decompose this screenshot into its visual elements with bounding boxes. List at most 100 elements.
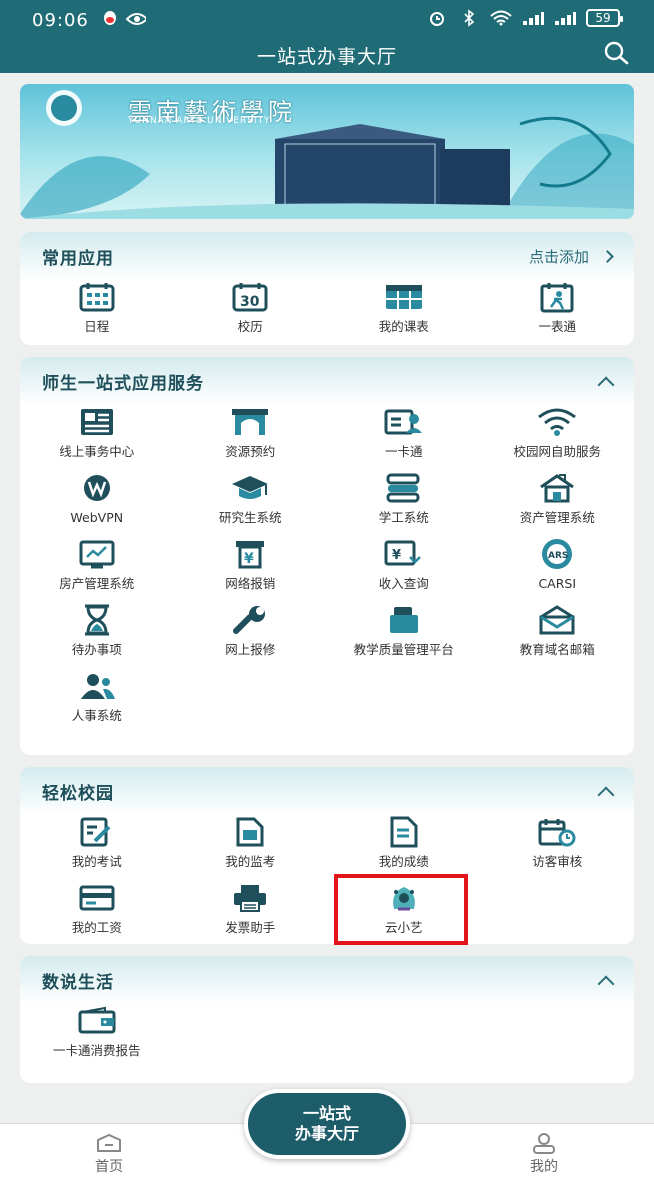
mail-icon xyxy=(537,603,577,637)
add-app-link[interactable]: 点击添加 xyxy=(528,246,614,267)
signal-icon-2 xyxy=(554,9,576,27)
app-my-invigilation[interactable]: 我的监考 xyxy=(174,815,328,869)
signal-icon-1 xyxy=(522,9,544,27)
invigilate-icon xyxy=(230,815,270,849)
app-repair[interactable]: 网上报修 xyxy=(174,603,328,657)
wrench-icon xyxy=(230,603,270,637)
life-title: 数说生活 xyxy=(42,972,114,993)
app-label: 资产管理系统 xyxy=(519,510,595,525)
exam-edit-icon xyxy=(77,815,117,849)
app-my-timetable[interactable]: 我的课表 xyxy=(327,280,481,334)
add-app-label: 点击添加 xyxy=(528,247,589,266)
app-student-affairs[interactable]: 学工系统 xyxy=(327,471,481,525)
collapse-icon[interactable] xyxy=(597,975,615,992)
app-carsi[interactable]: ARS CARSI xyxy=(481,537,635,591)
collapse-icon[interactable] xyxy=(597,786,615,803)
app-label: 一表通 xyxy=(538,319,576,334)
app-online-reimbursement[interactable]: ¥ 网络报销 xyxy=(174,537,328,591)
house-icon xyxy=(537,471,577,505)
app-label: 房产管理系统 xyxy=(59,576,135,591)
svg-text:30: 30 xyxy=(240,294,260,310)
printer-icon xyxy=(230,881,270,915)
app-asset-management[interactable]: 资产管理系统 xyxy=(481,471,635,525)
hourglass-icon xyxy=(77,603,117,637)
service-hall-button[interactable]: 一站式 办事大厅 xyxy=(244,1089,410,1159)
page-title: 一站式办事大厅 xyxy=(256,46,397,68)
app-hr-system[interactable]: 人事系统 xyxy=(20,669,174,723)
app-income-query[interactable]: ¥ 收入查询 xyxy=(327,537,481,591)
app-my-salary[interactable]: 我的工资 xyxy=(20,881,174,935)
app-teaching-quality[interactable]: 教学质量管理平台 xyxy=(327,603,481,657)
app-label: 校园网自助服务 xyxy=(513,444,601,459)
app-housing-management[interactable]: 房产管理系统 xyxy=(20,537,174,591)
wifi-icon xyxy=(537,405,577,439)
tab-mine[interactable]: 我的 xyxy=(514,1132,574,1176)
svg-text:¥: ¥ xyxy=(392,548,401,563)
app-label: 研究生系统 xyxy=(218,510,282,525)
svg-text:¥: ¥ xyxy=(244,551,254,567)
app-label: 教学质量管理平台 xyxy=(353,642,454,657)
app-label: 我的课表 xyxy=(378,319,429,334)
alarm-icon xyxy=(426,9,448,27)
university-name-en: YUNNAN ARTS UNIVERSITY xyxy=(128,116,271,126)
collapse-icon[interactable] xyxy=(597,376,615,393)
battery-indicator: 59 xyxy=(586,9,623,27)
bluetooth-icon xyxy=(458,9,480,27)
life-card: 数说生活 一卡通消费报告 xyxy=(20,956,634,1083)
user-icon xyxy=(514,1132,574,1154)
app-resource-booking[interactable]: 资源预约 xyxy=(174,405,328,459)
app-label: WebVPN xyxy=(70,510,124,525)
tab-mine-label: 我的 xyxy=(530,1159,558,1175)
common-apps-title: 常用应用 xyxy=(42,248,114,269)
app-label: 我的工资 xyxy=(71,920,122,935)
service-hall-line2: 办事大厅 xyxy=(294,1124,359,1143)
gate-icon xyxy=(230,405,270,439)
app-affairs-center[interactable]: 线上事务中心 xyxy=(20,405,174,459)
home-icon xyxy=(79,1132,139,1154)
chevron-right-icon xyxy=(601,249,614,263)
services-title: 师生一站式应用服务 xyxy=(42,373,204,394)
app-campus-card[interactable]: 一卡通 xyxy=(327,405,481,459)
app-my-grades[interactable]: 我的成绩 xyxy=(327,815,481,869)
app-label: 校历 xyxy=(237,319,263,334)
search-icon[interactable] xyxy=(602,41,630,65)
app-label: 人事系统 xyxy=(71,708,122,723)
app-todo[interactable]: 待办事项 xyxy=(20,603,174,657)
app-label: CARSI xyxy=(538,576,577,591)
services-card: 师生一站式应用服务 线上事务中心 资源预约 一卡通 校园网自助服务 WebVPN… xyxy=(20,357,634,755)
wallet-icon xyxy=(77,1004,117,1038)
calendar-30-icon: 30 xyxy=(230,280,270,314)
app-one-form[interactable]: 一表通 xyxy=(481,280,635,334)
app-invoice-assistant[interactable]: 发票助手 xyxy=(174,881,328,935)
people-icon xyxy=(77,669,117,703)
runner-form-icon xyxy=(537,280,577,314)
app-edu-mail[interactable]: 教育域名邮箱 xyxy=(481,603,635,657)
status-time: 09:06 xyxy=(32,10,89,31)
app-label: 资源预约 xyxy=(225,444,276,459)
app-label: 一卡通消费报告 xyxy=(52,1043,141,1058)
app-label: 教育域名邮箱 xyxy=(519,642,595,657)
app-webvpn[interactable]: WebVPN xyxy=(20,471,174,525)
campus-card: 轻松校园 我的考试 我的监考 我的成绩 访客审核 我的工资 发票助手 云小艺 xyxy=(20,767,634,944)
app-my-exam[interactable]: 我的考试 xyxy=(20,815,174,869)
app-campus-network[interactable]: 校园网自助服务 xyxy=(481,405,635,459)
app-label: 学工系统 xyxy=(378,510,429,525)
app-graduate-system[interactable]: 研究生系统 xyxy=(174,471,328,525)
salary-card-icon xyxy=(77,881,117,915)
university-banner: 雲南藝術學院 YUNNAN ARTS UNIVERSITY xyxy=(20,84,634,219)
tab-home[interactable]: 首页 xyxy=(79,1132,139,1176)
app-label: 日程 xyxy=(84,319,110,334)
app-label: 收入查询 xyxy=(378,576,429,591)
card-icon xyxy=(384,405,424,439)
income-icon: ¥ xyxy=(384,537,424,571)
status-bar: 09:06 59 xyxy=(0,0,654,40)
app-visitor-review[interactable]: 访客审核 xyxy=(481,815,635,869)
app-label: 我的监考 xyxy=(225,854,276,869)
app-school-calendar[interactable]: 30 校历 xyxy=(174,280,328,334)
calendar-grid-icon xyxy=(77,280,117,314)
quality-icon xyxy=(384,603,424,637)
app-card-consumption-report[interactable]: 一卡通消费报告 xyxy=(20,1004,174,1058)
app-label: 网上报修 xyxy=(225,642,276,657)
app-label: 发票助手 xyxy=(225,920,276,935)
app-schedule[interactable]: 日程 xyxy=(20,280,174,334)
